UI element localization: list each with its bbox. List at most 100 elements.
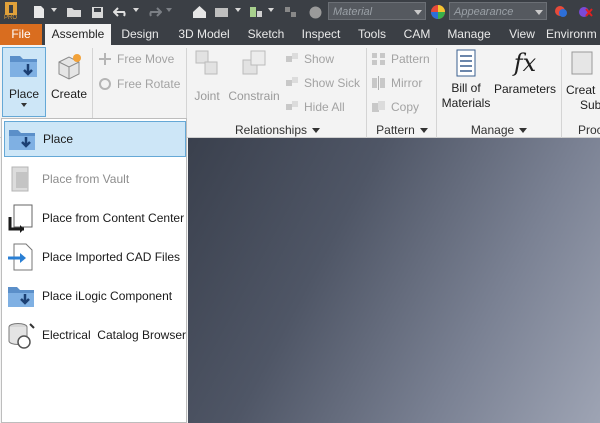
redo-icon bbox=[149, 7, 162, 17]
tab-view[interactable]: View bbox=[503, 24, 541, 45]
appearance-button[interactable] bbox=[429, 2, 447, 22]
hide-all-label: Hide All bbox=[304, 100, 345, 114]
menu-item-place[interactable]: Place bbox=[4, 121, 186, 157]
show-constraints-icon bbox=[286, 53, 298, 62]
show-button[interactable]: Show bbox=[284, 52, 334, 66]
vault-icon bbox=[11, 166, 29, 192]
tab-file[interactable]: File bbox=[0, 24, 42, 45]
open-button[interactable] bbox=[66, 2, 82, 22]
measure-dropdown-arrow[interactable] bbox=[268, 8, 274, 12]
show-sick-button[interactable]: Show Sick bbox=[284, 76, 360, 90]
material-select[interactable]: Material bbox=[328, 2, 426, 20]
menu-item-label: Place bbox=[43, 132, 74, 146]
menu-item-place-from-vault[interactable]: Place from Vault bbox=[4, 161, 186, 197]
paint-adjust-icon bbox=[555, 6, 567, 17]
panel-title-relationships[interactable]: Relationships bbox=[190, 122, 365, 138]
clear-appearance-button[interactable] bbox=[576, 2, 594, 22]
new-file-button[interactable] bbox=[32, 2, 46, 22]
panel-title-manage[interactable]: Manage bbox=[438, 122, 560, 138]
ilogic-icon bbox=[8, 287, 34, 307]
free-rotate-button[interactable]: Free Rotate bbox=[97, 77, 180, 91]
home-icon bbox=[192, 6, 206, 18]
adjust-appearance-button[interactable] bbox=[552, 2, 570, 22]
free-rotate-icon bbox=[99, 78, 111, 90]
place-dropdown-menu: Place Place from Vault Place from Conten… bbox=[1, 118, 187, 423]
create-substitute-icon bbox=[571, 51, 593, 75]
show-sick-icon bbox=[286, 77, 298, 86]
new-file-icon bbox=[34, 6, 44, 18]
pattern-panel-title: Pattern bbox=[376, 123, 415, 137]
show-sick-label: Show Sick bbox=[304, 76, 361, 90]
tab-assemble[interactable]: Assemble bbox=[45, 24, 111, 45]
select-button[interactable] bbox=[214, 2, 230, 22]
tab-design[interactable]: Design bbox=[114, 24, 166, 45]
bom-label-line2: Materials bbox=[441, 96, 491, 110]
bill-of-materials-icon bbox=[456, 49, 476, 77]
create-component-icon bbox=[58, 54, 81, 80]
tab-tools[interactable]: Tools bbox=[351, 24, 393, 45]
parameters-label: Parameters bbox=[494, 82, 557, 96]
menu-item-label: Electrical Catalog Browser bbox=[41, 328, 186, 342]
undo-dropdown-arrow[interactable] bbox=[133, 8, 139, 12]
appearance-select[interactable]: Appearance bbox=[449, 2, 547, 20]
menu-item-label: Place from Vault bbox=[42, 172, 130, 186]
bom-label-line1: Bill of bbox=[451, 81, 481, 95]
hide-all-button[interactable]: Hide All bbox=[284, 100, 345, 114]
material-placeholder: Material bbox=[333, 6, 373, 18]
select-dropdown-arrow[interactable] bbox=[235, 8, 241, 12]
joint-button[interactable]: Joint bbox=[190, 48, 224, 103]
content-center-icon bbox=[8, 204, 33, 233]
tab-inspect[interactable]: Inspect bbox=[297, 24, 345, 45]
menu-item-electrical-catalog-browser[interactable]: Electrical Catalog Browser bbox=[4, 317, 186, 353]
tab-manage[interactable]: Manage bbox=[441, 24, 497, 45]
panel-title-productivity[interactable]: Proc bbox=[578, 122, 600, 138]
relationships-title: Relationships bbox=[234, 123, 308, 137]
tab-sketch[interactable]: Sketch bbox=[241, 24, 291, 45]
quick-access-toolbar: PRO Material Appearance bbox=[0, 0, 600, 24]
pattern-icon bbox=[372, 53, 385, 65]
parameters-button[interactable]: fx Parameters bbox=[494, 48, 556, 96]
tab-3d-model[interactable]: 3D Model bbox=[172, 24, 236, 45]
mirror-button[interactable]: Mirror bbox=[371, 76, 422, 90]
constrain-button[interactable]: Constrain bbox=[228, 48, 280, 103]
create-label: Create bbox=[50, 87, 88, 101]
new-dropdown-arrow[interactable] bbox=[51, 8, 57, 12]
undo-icon bbox=[113, 7, 126, 17]
panel-separator bbox=[561, 48, 562, 138]
place-label: Place bbox=[8, 87, 40, 101]
panel-title-pattern[interactable]: Pattern bbox=[368, 122, 436, 138]
measure-button[interactable] bbox=[248, 2, 264, 22]
color-wheel-icon bbox=[431, 5, 445, 19]
panel-separator bbox=[366, 48, 367, 138]
joint-icon bbox=[195, 50, 218, 75]
constrain-label: Constrain bbox=[228, 89, 280, 103]
copy-button[interactable]: Copy bbox=[371, 100, 419, 114]
bill-of-materials-button[interactable]: Bill of Materials bbox=[439, 48, 493, 110]
appearance-placeholder: Appearance bbox=[454, 6, 514, 18]
free-move-button[interactable]: Free Move bbox=[97, 52, 174, 66]
place-button[interactable]: Place bbox=[2, 47, 46, 117]
redo-button[interactable] bbox=[146, 2, 162, 22]
graphics-viewport[interactable] bbox=[188, 138, 600, 423]
create-component-button[interactable]: Create bbox=[50, 52, 88, 101]
save-button[interactable] bbox=[90, 2, 104, 22]
tab-environments[interactable]: Environm bbox=[546, 24, 600, 45]
create-substitute-button[interactable]: Creat Sub bbox=[566, 48, 600, 112]
function-fx-icon: fx bbox=[513, 49, 537, 77]
appearance-dropdown-arrow bbox=[535, 10, 543, 15]
copy-icon bbox=[372, 101, 385, 112]
tab-cam[interactable]: CAM bbox=[398, 24, 436, 45]
app-logo[interactable]: PRO bbox=[2, 1, 20, 23]
pattern-button[interactable]: Pattern bbox=[371, 52, 430, 66]
menu-item-place-imported-cad-files[interactable]: Place Imported CAD Files bbox=[4, 239, 186, 275]
menu-item-place-from-content-center[interactable]: Place from Content Center bbox=[4, 200, 186, 236]
home-button[interactable] bbox=[191, 2, 207, 22]
redo-dropdown-arrow[interactable] bbox=[166, 8, 172, 12]
menu-item-place-ilogic-component[interactable]: Place iLogic Component bbox=[4, 278, 186, 314]
globe-icon bbox=[309, 6, 321, 18]
design-doctor-button[interactable] bbox=[307, 2, 323, 22]
update-button[interactable] bbox=[283, 2, 299, 22]
undo-button[interactable] bbox=[113, 2, 129, 22]
chevron-down-icon bbox=[419, 128, 428, 134]
place-icon bbox=[10, 56, 37, 77]
